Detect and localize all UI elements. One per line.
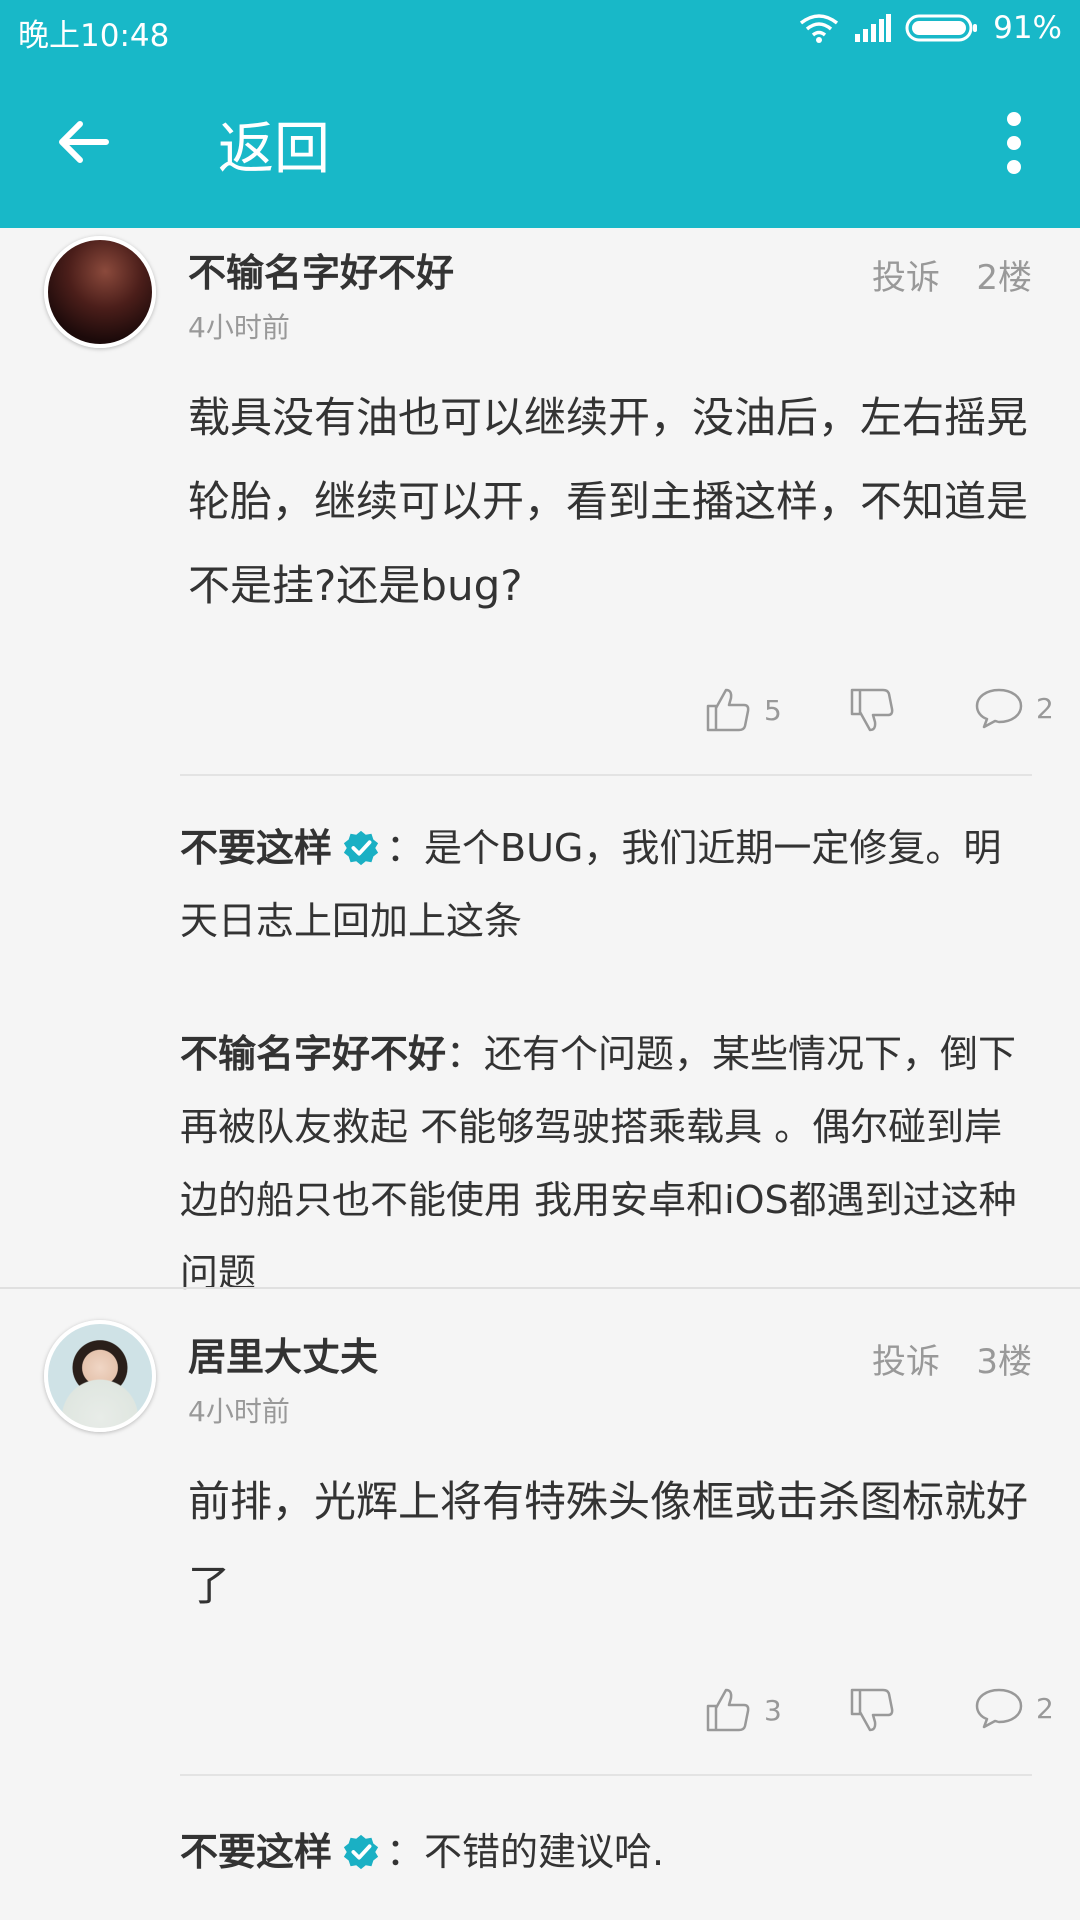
status-time: 晚上10:48 [18,18,170,54]
reply-author[interactable]: 不要这样 [180,1830,332,1874]
speech-bubble-icon [975,688,1023,729]
reply-author[interactable]: 不要这样 [180,826,332,870]
floor-number: 2楼 [976,258,1032,298]
reply-item[interactable]: 不要这样 ：不错的建议哈. [180,1816,1030,1889]
post-time: 4小时前 [188,311,290,344]
battery-icon [905,14,978,42]
page-title[interactable]: 返回 [218,104,330,185]
comment-actions: 3 2 [0,1686,1080,1746]
thumbs-up-icon [706,688,750,732]
like-button[interactable]: 5 [704,686,782,734]
comment-text: 前排，光辉上将有特殊头像框或击杀图标就好了 [188,1477,1029,1610]
comment-count: 2 [1036,691,1054,725]
username[interactable]: 不输名字好不好 [188,242,454,297]
floor-number: 3楼 [976,1342,1032,1382]
dislike-button[interactable] [848,686,896,734]
username[interactable]: 居里大丈夫 [188,1326,378,1381]
verified-badge-icon [343,830,379,866]
divider [180,774,1032,776]
avatar[interactable] [44,236,156,348]
like-button[interactable]: 3 [704,1686,782,1734]
signal-icon [855,14,892,42]
avatar[interactable] [44,1320,156,1432]
divider [180,1774,1032,1776]
comment-button[interactable]: 2 [974,1686,1054,1730]
back-button[interactable] [52,110,116,174]
verified-badge-icon [343,1834,379,1870]
reply-item[interactable]: 不输名字好不好：还有个问题，某些情况下，倒下再被队友救起 不能够驾驶搭乘载具 。… [180,1018,1030,1310]
thumbs-down-icon [850,688,894,732]
arrow-left-icon [59,121,109,163]
report-button[interactable]: 投诉 [872,250,940,299]
comment-card: 不输名字好不好 4小时前 投诉 2楼 载具没有油也可以继续开，没油后，左右摇晃轮… [0,228,1080,1295]
comment-actions: 5 2 [0,686,1080,746]
like-count: 3 [764,1693,782,1727]
more-vertical-icon [1007,112,1021,126]
status-bar: 晚上10:48 91% [0,0,1080,62]
more-options-button[interactable] [994,106,1034,174]
thumbs-up-icon [706,1688,750,1732]
status-icons: 91% [799,10,1062,46]
toolbar: 返回 [0,62,1080,228]
reply-author[interactable]: 不输名字好不好 [180,1032,446,1076]
report-button[interactable]: 投诉 [872,1334,940,1383]
comment-count: 2 [1036,1691,1054,1725]
thumbs-down-icon [850,1688,894,1732]
speech-bubble-icon [975,1688,1023,1729]
dislike-button[interactable] [848,1686,896,1734]
post-time: 4小时前 [188,1395,290,1428]
app-bar: 晚上10:48 91% 返回 [0,0,1080,228]
wifi-icon [800,14,839,43]
comment-button[interactable]: 2 [974,686,1054,730]
like-count: 5 [764,693,782,727]
comment-separator [0,1287,1080,1289]
comment-text: 载具没有油也可以继续开，没油后，左右摇晃轮胎，继续可以开，看到主播这样，不知道是… [188,393,1029,610]
reply-text: ：不错的建议哈. [386,1830,665,1874]
battery-percentage: 91% [993,10,1062,46]
comment-card: 居里大丈夫 4小时前 投诉 3楼 前排，光辉上将有特殊头像框或击杀图标就好了 3… [0,1312,1080,1920]
reply-item[interactable]: 不要这样 ：是个BUG，我们近期一定修复。明天日志上回加上这条 [180,812,1030,958]
